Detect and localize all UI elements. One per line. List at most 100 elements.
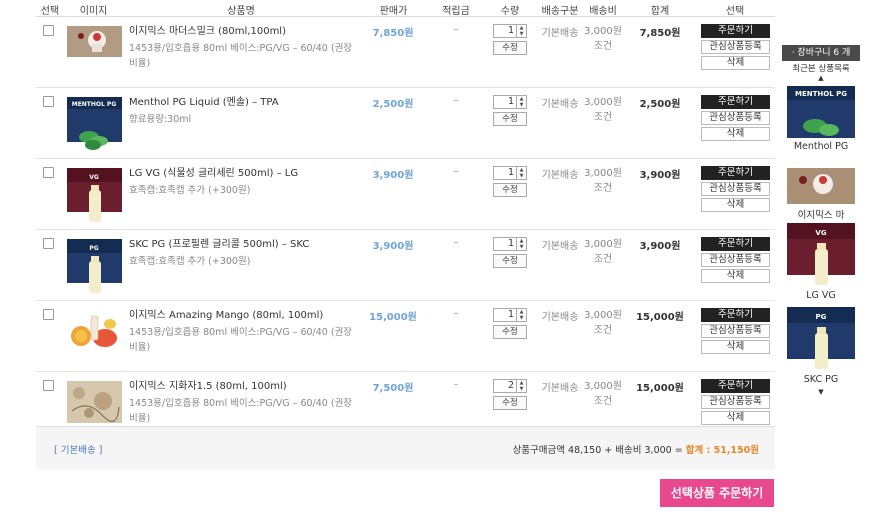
sale-price: 3,900원 bbox=[372, 170, 414, 181]
quantity-input[interactable]: 1 ▲ ▼ bbox=[493, 308, 527, 322]
delete-button[interactable]: 삭제 bbox=[701, 127, 770, 141]
quantity-input[interactable]: 2 ▲ ▼ bbox=[493, 379, 527, 393]
order-button[interactable]: 주문하기 bbox=[701, 379, 770, 393]
summary-prefix: 상품구매금액 48,150 + 배송비 3,000 = bbox=[512, 445, 686, 456]
sale-price: 15,000원 bbox=[369, 312, 417, 323]
order-button[interactable]: 주문하기 bbox=[701, 308, 770, 322]
add-wishlist-button[interactable]: 관심상품등록 bbox=[701, 111, 770, 125]
row-total: 15,000원 bbox=[636, 312, 684, 323]
stepper-arrows-icon[interactable]: ▲ ▼ bbox=[516, 167, 526, 179]
stepper-arrows-icon[interactable]: ▲ ▼ bbox=[516, 309, 526, 321]
table-row: 이지믹스 마더스밀크 (80ml,100ml) 1453용/입호흡용 80ml … bbox=[36, 17, 775, 88]
cart-summary: [ 기본배송 ] 상품구매금액 48,150 + 배송비 3,000 = 합계 … bbox=[36, 426, 775, 470]
row-checkbox[interactable] bbox=[43, 238, 54, 249]
delete-button[interactable]: 삭제 bbox=[701, 340, 770, 354]
quantity-edit-button[interactable]: 수정 bbox=[493, 112, 527, 126]
shipping-type: 기본배송 bbox=[541, 383, 579, 394]
product-thumbnail-menthol[interactable]: MENTHOL PG bbox=[67, 97, 122, 156]
sale-price: 2,500원 bbox=[372, 99, 414, 110]
summary-total: 합계 : 51,150원 bbox=[685, 445, 759, 456]
svg-text:PG: PG bbox=[816, 313, 827, 321]
sale-price: 7,500원 bbox=[372, 383, 414, 394]
product-name[interactable]: 이지믹스 지화자1.5 (80ml, 100ml) bbox=[129, 379, 359, 394]
shipping-fee: 3,000원 조건 bbox=[584, 168, 622, 194]
delete-button[interactable]: 삭제 bbox=[701, 198, 770, 212]
table-row: PG SKC PG (프로필렌 글리콜 500ml) – SKC 효족캡:효족캡… bbox=[36, 230, 775, 301]
points: – bbox=[453, 379, 459, 390]
add-wishlist-button[interactable]: 관심상품등록 bbox=[701, 324, 770, 338]
product-name[interactable]: 이지믹스 Amazing Mango (80ml, 100ml) bbox=[129, 308, 359, 323]
product-option: 효족캡:효족캡 추가 (+300원) bbox=[129, 256, 251, 267]
order-button[interactable]: 주문하기 bbox=[701, 166, 770, 180]
quantity-stepper: 1 ▲ ▼ 수정 bbox=[493, 237, 527, 268]
quantity-edit-button[interactable]: 수정 bbox=[493, 183, 527, 197]
recent-item[interactable]: 이지믹스 마 bbox=[787, 168, 855, 221]
recent-item[interactable]: PG SKC PG bbox=[787, 307, 855, 385]
stepper-arrows-icon[interactable]: ▲ ▼ bbox=[516, 380, 526, 392]
product-thumbnail-lgvg[interactable]: VG bbox=[67, 168, 122, 227]
add-wishlist-button[interactable]: 관심상품등록 bbox=[701, 395, 770, 409]
product-thumbnail-jihwaja[interactable] bbox=[67, 381, 122, 426]
row-actions: 주문하기 관심상품등록 삭제 bbox=[701, 166, 770, 214]
order-button[interactable]: 주문하기 bbox=[701, 237, 770, 251]
product-option: 1453용/입호흡용 80ml 베이스:PG/VG – 60/40 (권장비율) bbox=[129, 398, 353, 424]
row-checkbox[interactable] bbox=[43, 309, 54, 320]
product-thumbnail-mango[interactable] bbox=[67, 310, 122, 353]
quantity-input[interactable]: 1 ▲ ▼ bbox=[493, 166, 527, 180]
quantity-stepper: 1 ▲ ▼ 수정 bbox=[493, 95, 527, 126]
table-header: 선택 이미지 상품명 판매가 적립금 수량 배송구분 배송비 합계 선택 bbox=[36, 0, 775, 17]
recent-item[interactable]: VG LG VG bbox=[787, 223, 855, 301]
product-option: 1453용/입호흡용 80ml 베이스:PG/VG – 60/40 (권장비율) bbox=[129, 327, 353, 353]
table-row: 이지믹스 지화자1.5 (80ml, 100ml) 1453용/입호흡용 80m… bbox=[36, 372, 775, 434]
stepper-arrows-icon[interactable]: ▲ ▼ bbox=[516, 238, 526, 250]
row-checkbox[interactable] bbox=[43, 25, 54, 36]
product-name[interactable]: 이지믹스 마더스밀크 (80ml,100ml) bbox=[129, 24, 359, 39]
quantity-input[interactable]: 1 ▲ ▼ bbox=[493, 95, 527, 109]
sidebar-cart-count[interactable]: · 장바구니 6 개 bbox=[782, 45, 860, 61]
quantity-stepper: 2 ▲ ▼ 수정 bbox=[493, 379, 527, 410]
delete-button[interactable]: 삭제 bbox=[701, 56, 770, 70]
row-checkbox[interactable] bbox=[43, 167, 54, 178]
add-wishlist-button[interactable]: 관심상품등록 bbox=[701, 182, 770, 196]
col-product: 상품명 bbox=[227, 6, 255, 17]
product-name[interactable]: LG VG (식물성 글리세린 500ml) – LG bbox=[129, 166, 359, 181]
add-wishlist-button[interactable]: 관심상품등록 bbox=[701, 40, 770, 54]
product-name[interactable]: Menthol PG Liquid (멘솔) – TPA bbox=[129, 95, 359, 110]
order-button[interactable]: 주문하기 bbox=[701, 24, 770, 38]
quantity-edit-button[interactable]: 수정 bbox=[493, 41, 527, 55]
scroll-up-icon[interactable]: ▲ bbox=[782, 74, 860, 82]
col-total: 합계 bbox=[650, 6, 670, 17]
shipping-fee: 3,000원 조건 bbox=[584, 381, 622, 407]
recent-products-title: 최근본 상품목록 bbox=[792, 64, 850, 74]
shipping-type: 기본배송 bbox=[541, 170, 579, 181]
order-button[interactable]: 주문하기 bbox=[701, 95, 770, 109]
recent-item[interactable]: MENTHOL PG Menthol PG bbox=[787, 86, 855, 152]
quantity-input[interactable]: 1 ▲ ▼ bbox=[493, 24, 527, 38]
summary-text: 상품구매금액 48,150 + 배송비 3,000 = 합계 : 51,150원 bbox=[513, 442, 759, 456]
stepper-arrows-icon[interactable]: ▲ ▼ bbox=[516, 25, 526, 37]
row-checkbox[interactable] bbox=[43, 96, 54, 107]
row-checkbox[interactable] bbox=[43, 380, 54, 391]
product-thumbnail-skcpg[interactable]: PG bbox=[67, 239, 122, 298]
row-actions: 주문하기 관심상품등록 삭제 bbox=[701, 24, 770, 72]
row-total: 3,900원 bbox=[639, 241, 681, 252]
shipping-type: 기본배송 bbox=[541, 28, 579, 39]
quantity-input[interactable]: 1 ▲ ▼ bbox=[493, 237, 527, 251]
quantity-edit-button[interactable]: 수정 bbox=[493, 396, 527, 410]
sale-price: 3,900원 bbox=[372, 241, 414, 252]
quantity-edit-button[interactable]: 수정 bbox=[493, 325, 527, 339]
delete-button[interactable]: 삭제 bbox=[701, 269, 770, 283]
row-total: 2,500원 bbox=[639, 99, 681, 110]
svg-text:VG: VG bbox=[815, 229, 826, 237]
order-selected-button[interactable]: 선택상품 주문하기 bbox=[660, 479, 774, 507]
product-thumbnail-mothersmilk[interactable] bbox=[67, 26, 122, 60]
row-actions: 주문하기 관심상품등록 삭제 bbox=[701, 308, 770, 356]
product-name[interactable]: SKC PG (프로필렌 글리콜 500ml) – SKC bbox=[129, 237, 359, 252]
recent-item-label: LG VG bbox=[806, 290, 836, 301]
stepper-arrows-icon[interactable]: ▲ ▼ bbox=[516, 96, 526, 108]
delete-button[interactable]: 삭제 bbox=[701, 411, 770, 425]
col-image: 이미지 bbox=[79, 6, 108, 17]
quantity-edit-button[interactable]: 수정 bbox=[493, 254, 527, 268]
scroll-down-icon[interactable]: ▼ bbox=[782, 388, 860, 396]
add-wishlist-button[interactable]: 관심상품등록 bbox=[701, 253, 770, 267]
